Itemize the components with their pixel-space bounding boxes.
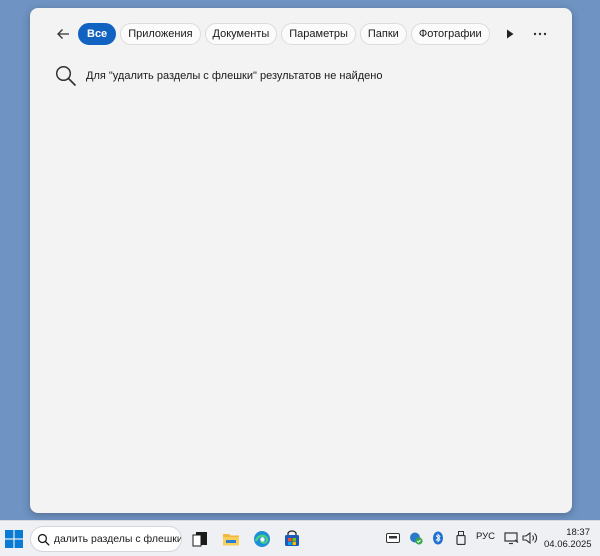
filter-chip-documents[interactable]: Документы: [204, 23, 278, 45]
start-button[interactable]: [1, 526, 27, 552]
filter-chip-settings[interactable]: Параметры: [281, 23, 356, 45]
file-explorer-icon: [223, 534, 239, 546]
usb-tray-button[interactable]: [453, 530, 469, 546]
defender-icon: [410, 532, 423, 545]
magnifier-icon: [55, 65, 76, 86]
bluetooth-icon: [433, 531, 443, 545]
filter-chip-apps[interactable]: Приложения: [120, 23, 201, 45]
file-explorer-button[interactable]: [218, 526, 244, 552]
clock[interactable]: 18:37 04.06.2025: [544, 527, 592, 551]
taskbar-search-box[interactable]: далить разделы с флешки: [30, 526, 182, 552]
store-icon: [285, 530, 299, 546]
keyboard-icon: [386, 533, 400, 543]
taskbar-search-text: далить разделы с флешки: [53, 533, 181, 545]
ellipsis-icon: [533, 32, 547, 36]
input-language-indicator[interactable]: РУС: [476, 531, 495, 542]
search-icon: [37, 533, 50, 546]
more-options-button[interactable]: [528, 24, 552, 44]
edge-button[interactable]: [249, 526, 275, 552]
task-view-button[interactable]: [187, 526, 213, 552]
store-button[interactable]: [279, 526, 305, 552]
search-panel: Все Приложения Документы Параметры Папки…: [30, 8, 572, 513]
arrow-left-icon: [57, 29, 69, 39]
windows-icon: [5, 530, 23, 548]
filter-chip-folders[interactable]: Папки: [359, 23, 407, 45]
edge-icon: [254, 531, 270, 547]
clock-time: 18:37: [566, 527, 590, 538]
bluetooth-tray-button[interactable]: [430, 530, 446, 546]
task-view-icon: [192, 532, 207, 547]
network-tray-button[interactable]: [504, 530, 520, 546]
clock-date: 04.06.2025: [544, 539, 592, 550]
usb-icon: [456, 531, 466, 545]
more-filters-button[interactable]: [502, 23, 518, 45]
filter-chip-photos[interactable]: Фотографии: [410, 23, 490, 45]
display-icon: [504, 532, 519, 545]
volume-tray-button[interactable]: [522, 530, 538, 546]
no-results-message: Для "удалить разделы с флешки" результат…: [86, 70, 383, 82]
defender-tray-button[interactable]: [408, 530, 424, 546]
filter-chip-all[interactable]: Все: [78, 23, 117, 45]
taskbar: далить разделы с флешки РУС 18:37 04.06.…: [0, 520, 600, 556]
keyboard-tray-button[interactable]: [385, 530, 401, 546]
volume-icon: [522, 531, 537, 545]
back-button[interactable]: [52, 23, 74, 45]
no-results: Для "удалить разделы с флешки" результат…: [54, 64, 382, 88]
filter-bar: Все Приложения Документы Параметры Папки…: [52, 23, 518, 45]
play-icon: [506, 29, 514, 39]
